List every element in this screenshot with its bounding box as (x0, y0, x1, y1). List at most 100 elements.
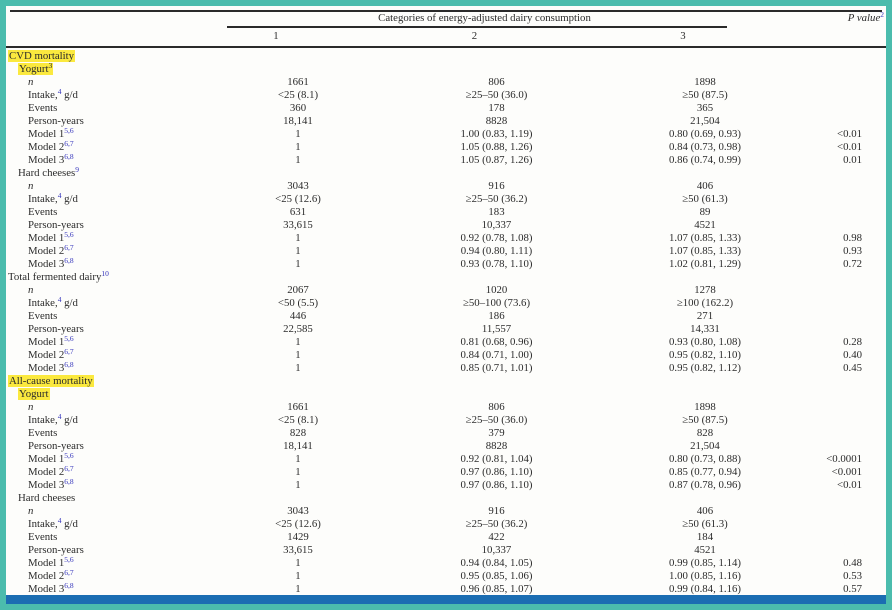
footnote-link[interactable]: 5,6 (64, 334, 73, 343)
cell-category-3: 0.80 (0.69, 0.93) (669, 128, 741, 140)
footnote-link[interactable]: 6,7 (64, 139, 73, 148)
cell-category-2: 186 (488, 310, 505, 322)
cell-category-1: 1 (295, 557, 301, 569)
cell-category-1: 1 (295, 141, 301, 153)
footnote-link[interactable]: 6,7 (64, 568, 73, 577)
row-label-text: Yogurt (19, 388, 49, 400)
table-row: Model 15,6 1 1.00 (0.83, 1.19) 0.80 (0.69, … (6, 126, 886, 141)
row-label-text: Events (28, 531, 58, 543)
row-label-text: Model 3 (28, 479, 65, 491)
footnote-link[interactable]: 6,7 (64, 347, 73, 356)
row-label: Intake,4 g/d (6, 88, 198, 102)
cell-category-1: 3043 (287, 505, 309, 517)
row-label-text: Hard cheeses (18, 167, 76, 179)
cell-category-1: 1 (295, 349, 301, 361)
p-value-footnote-link[interactable]: 2 (880, 10, 884, 19)
cell-category-3: 1898 (694, 76, 716, 88)
footnote-link[interactable]: 5,6 (64, 451, 73, 460)
table-row: Model 26,7 1 0.97 (0.86, 1.10) 0.85 (0.77, … (6, 464, 886, 479)
row-label: Yogurt (6, 388, 188, 401)
cell-category-2: 0.94 (0.84, 1.05) (460, 557, 533, 569)
row-label-text: Events (28, 206, 58, 218)
cell-category-1 (178, 50, 378, 63)
footnote-link[interactable]: 6,8 (64, 581, 73, 590)
row-label-text: Hard cheeses (18, 492, 76, 504)
footnote-link[interactable]: 6,8 (64, 256, 73, 265)
cell-category-2 (378, 271, 575, 284)
footnote-link[interactable]: 5,6 (64, 230, 73, 239)
footnote-link[interactable]: 5,6 (64, 126, 73, 135)
table-row: All-cause mortality (6, 375, 886, 388)
cell-category-3: ≥50 (61.3) (682, 518, 728, 530)
cell-category-3: ≥100 (162.2) (676, 297, 734, 309)
row-label: Hard cheeses (6, 492, 188, 505)
row-label: Person-years (6, 544, 198, 557)
cell-category-2: 1.05 (0.87, 1.26) (460, 154, 533, 166)
cell-category-1: <25 (12.6) (275, 518, 321, 530)
p-value-label: P value (847, 12, 881, 24)
row-label: n (6, 76, 198, 89)
row-label: Person-years (6, 323, 198, 336)
row-label-text: Events (28, 102, 58, 114)
table-row: Person-years 22,585 11,557 14,331 (6, 323, 886, 336)
cell-category-3: 0.80 (0.73, 0.88) (669, 453, 741, 465)
cell-p-value (815, 102, 886, 115)
cell-category-2: 806 (488, 76, 505, 88)
row-label: Intake,4 g/d (6, 413, 198, 427)
cell-category-3: 4521 (694, 219, 716, 231)
row-label: Model 36,8 (6, 152, 198, 167)
cell-p-value (815, 297, 886, 310)
footnote-link[interactable]: 6,7 (64, 243, 73, 252)
row-label: Events (6, 102, 198, 115)
row-label-text: Intake, (28, 89, 58, 101)
footnote-link[interactable]: 6,8 (64, 360, 73, 369)
footnote-link[interactable]: 9 (75, 165, 79, 174)
cell-p-value (795, 375, 886, 388)
footnote-link[interactable]: 6,8 (64, 477, 73, 486)
cell-category-2: 8828 (485, 115, 508, 127)
cell-category-2 (388, 492, 585, 505)
row-label: CVD mortality (6, 50, 178, 63)
cell-category-2: 10,337 (481, 544, 512, 556)
cell-category-1: 446 (289, 310, 307, 322)
row-label: n (6, 505, 198, 518)
footnote-link[interactable]: 10 (101, 269, 109, 278)
cell-p-value: 0.40 (843, 349, 862, 361)
cell-p-value: 0.93 (843, 245, 862, 257)
footnote-link[interactable]: 6,7 (64, 464, 73, 473)
row-label-text: Model 1 (28, 232, 65, 244)
header-spacer (6, 30, 176, 43)
table-row: Model 26,7 1 1.05 (0.88, 1.26) 0.84 (0.73, … (6, 139, 886, 154)
row-label-text: CVD mortality (9, 50, 75, 62)
row-label: Model 26,7 (6, 568, 198, 583)
cell-category-3: 4521 (694, 544, 716, 556)
cell-category-1 (178, 375, 378, 388)
table-row: Intake,4 g/d <25 (12.6) ≥25–50 (36.2) ≥50 (… (6, 192, 886, 206)
table-row: Person-years 33,615 10,337 4521 (6, 544, 886, 557)
cell-category-3: 0.87 (0.78, 0.96) (669, 479, 741, 491)
cell-category-3: 0.95 (0.82, 1.12) (669, 362, 741, 374)
row-label: Person-years (6, 115, 198, 128)
cell-category-2: 916 (488, 505, 505, 517)
cell-p-value: <0.01 (837, 141, 862, 153)
cell-category-2: 916 (488, 180, 505, 192)
footnote-link: 3 (48, 61, 53, 70)
table-row: Model 15,6 1 0.94 (0.84, 1.05) 0.99 (0.85, … (6, 555, 886, 570)
cell-category-1: 18,141 (283, 115, 313, 127)
table-row: Person-years 33,615 10,337 4521 (6, 219, 886, 232)
cell-category-1: 1 (295, 466, 301, 478)
cell-category-1: 1 (295, 154, 301, 166)
cell-p-value (795, 271, 886, 284)
row-label: Model 36,8 (6, 477, 198, 492)
footnote-link[interactable]: 5,6 (64, 555, 73, 564)
row-label-text: Model 2 (28, 141, 65, 153)
cell-category-1: <25 (8.1) (277, 414, 319, 426)
row-label: Model 26,7 (6, 347, 198, 362)
footnote-link[interactable]: 6,8 (64, 152, 73, 161)
row-label: Intake,4 g/d (6, 192, 198, 206)
cell-category-1: 3043 (287, 180, 309, 192)
cell-category-3 (585, 63, 805, 76)
cell-category-3: ≥50 (87.5) (682, 89, 728, 101)
cell-category-2: ≥25–50 (36.2) (465, 193, 528, 205)
table-row: Person-years 18,141 8828 21,504 (6, 440, 886, 453)
